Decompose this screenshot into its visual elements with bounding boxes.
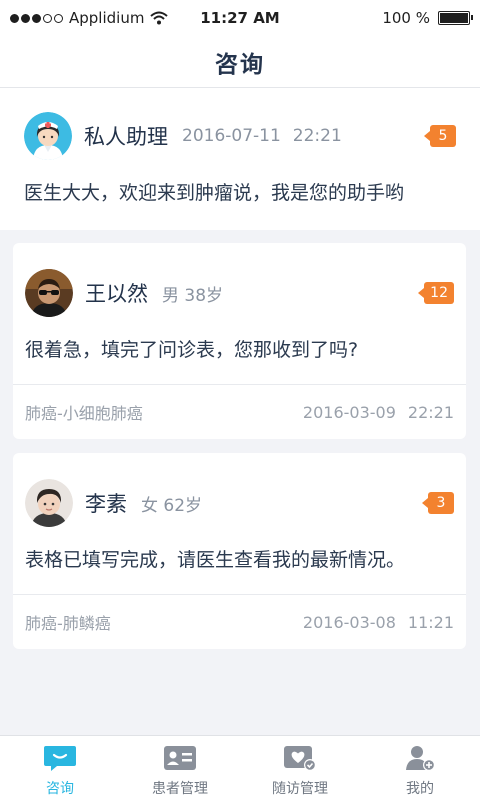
carrier-name: Applidium: [69, 9, 145, 27]
nav-bar: 咨询: [0, 36, 480, 88]
message-date: 2016-07-11: [182, 126, 281, 146]
consult-card[interactable]: 王以然 男 38岁 12 很着急，填完了问诊表，您那收到了吗? 肺癌-小细胞肺癌…: [13, 243, 466, 439]
wifi-icon: [150, 11, 169, 25]
tab-consult[interactable]: 咨询: [0, 736, 120, 800]
signal-strength-icon: [10, 13, 63, 23]
card-footer: 肺癌-小细胞肺癌 2016-03-09 22:21: [13, 384, 466, 439]
tab-label: 我的: [406, 781, 434, 797]
unread-badge: 3: [422, 492, 454, 514]
diagnosis-label: 肺癌-肺鳞癌: [25, 614, 111, 633]
message-time: 22:21: [407, 402, 454, 422]
unread-badge: 5: [424, 125, 456, 147]
tab-label: 随访管理: [272, 781, 328, 797]
patient-card-icon: [164, 746, 196, 770]
patient-name: 李素: [85, 492, 127, 516]
page-title: 咨询: [215, 51, 265, 78]
message-date: 2016-03-09: [302, 402, 396, 422]
card-footer: 肺癌-肺鳞癌 2016-03-08 11:21: [13, 594, 466, 649]
chat-icon: [44, 746, 76, 771]
tab-mine[interactable]: 我的: [360, 736, 480, 800]
battery-icon: [438, 11, 473, 25]
message-time: 11:21: [407, 612, 454, 632]
patient-message: 表格已填写完成，请医生查看我的最新情况。: [25, 549, 406, 571]
diagnosis-label: 肺癌-小细胞肺癌: [25, 404, 143, 423]
message-time: 22:21: [292, 126, 342, 146]
user-add-icon: [406, 746, 435, 771]
assistant-message: 医生大大，欢迎来到肿瘤说，我是您的助手哟: [24, 182, 405, 204]
assistant-card[interactable]: 私人助理 2016-07-11 22:21 5 医生大大，欢迎来到肿瘤说，我是您…: [0, 88, 480, 230]
tab-followup[interactable]: 随访管理: [240, 736, 360, 800]
nurse-avatar: [24, 112, 72, 160]
battery-percent: 100 %: [382, 9, 430, 27]
patient-info: 男 38岁: [162, 285, 224, 306]
status-bar: Applidium 11:27 AM 100 %: [0, 0, 480, 36]
tab-label: 咨询: [46, 781, 74, 797]
message-date: 2016-03-08: [302, 612, 396, 632]
patient-info: 女 62岁: [141, 495, 203, 516]
patient-name: 王以然: [85, 282, 148, 306]
patient-avatar: [25, 479, 73, 527]
unread-badge: 12: [418, 282, 454, 304]
patient-avatar: [25, 269, 73, 317]
assistant-name: 私人助理: [84, 125, 168, 149]
tab-label: 患者管理: [152, 781, 208, 797]
tab-patients[interactable]: 患者管理: [120, 736, 240, 800]
tab-bar: 咨询 患者管理 随访管理 我的: [0, 735, 480, 800]
patient-message: 很着急，填完了问诊表，您那收到了吗?: [25, 339, 359, 361]
heart-check-icon: [284, 746, 316, 771]
consult-card[interactable]: 李素 女 62岁 3 表格已填写完成，请医生查看我的最新情况。 肺癌-肺鳞癌 2…: [13, 453, 466, 649]
